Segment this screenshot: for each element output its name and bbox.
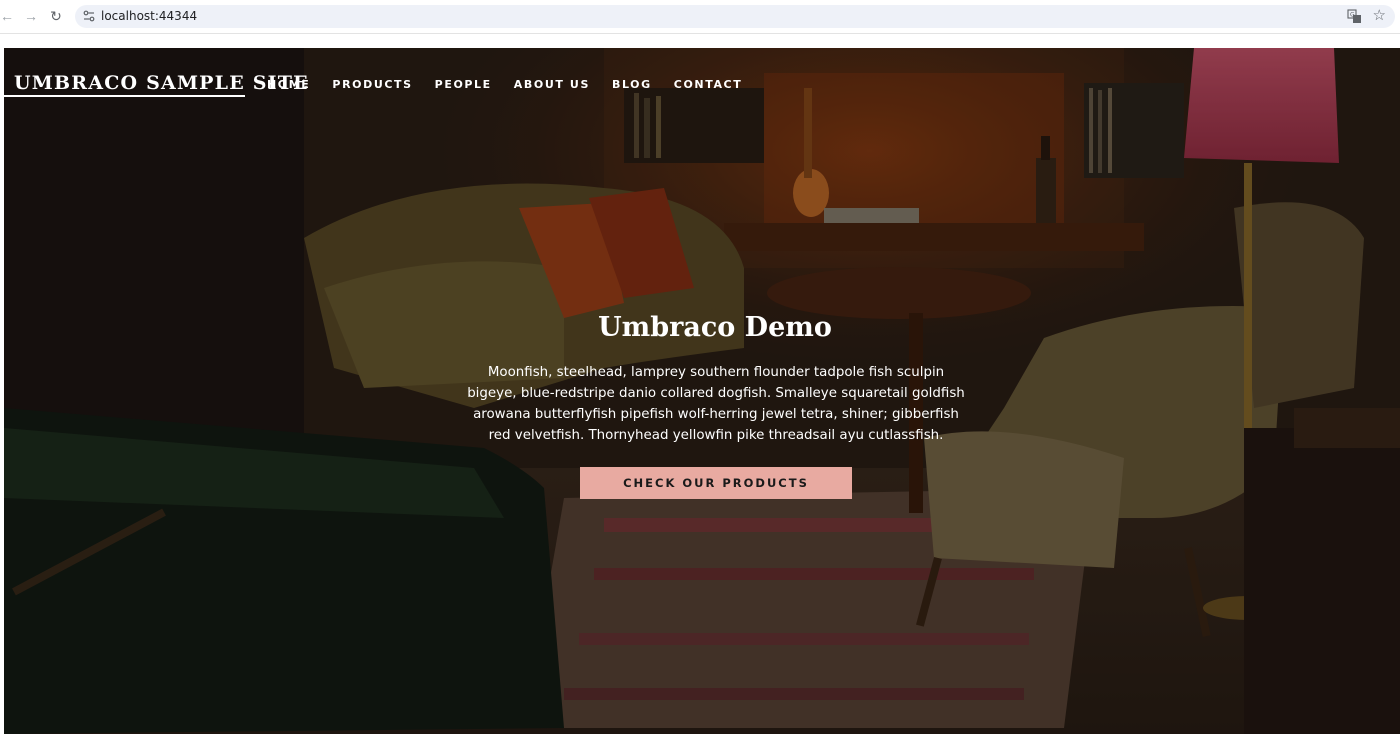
nav-blog[interactable]: BLOG (612, 78, 652, 91)
back-arrow-icon[interactable]: ← (0, 7, 16, 25)
site-logo[interactable]: UMBRACO SAMPLE SITE (14, 72, 309, 94)
hero-description: Moonfish, steelhead, lamprey southern fl… (467, 365, 965, 443)
url-text[interactable]: localhost:44344 (101, 9, 197, 24)
nav-contact[interactable]: CONTACT (674, 78, 743, 91)
address-bar[interactable]: localhost:44344 G ☆ (75, 5, 1395, 28)
nav-products[interactable]: PRODUCTS (332, 78, 412, 91)
logo-underline (4, 95, 245, 97)
svg-text:G: G (1350, 12, 1355, 19)
nav-people[interactable]: PEOPLE (435, 78, 492, 91)
hero-title: Umbraco Demo (598, 312, 832, 343)
main-navigation: HOME PRODUCTS PEOPLE ABOUT US BLOG CONTA… (267, 78, 764, 91)
nav-home[interactable]: HOME (267, 78, 310, 91)
browser-toolbar: ← → ↻ localhost:44344 G ☆ (0, 0, 1400, 34)
nav-about-us[interactable]: ABOUT US (514, 78, 590, 91)
translate-icon[interactable]: G (1347, 9, 1362, 24)
site-info-icon[interactable] (82, 9, 96, 23)
check-products-button[interactable]: CHECK OUR PRODUCTS (580, 467, 852, 499)
hero-section: UMBRACO SAMPLE SITE HOME PRODUCTS PEOPLE… (4, 48, 1400, 734)
bookmark-star-icon[interactable]: ☆ (1373, 6, 1386, 26)
forward-arrow-icon[interactable]: → (22, 7, 40, 25)
reload-icon[interactable]: ↻ (47, 7, 65, 25)
